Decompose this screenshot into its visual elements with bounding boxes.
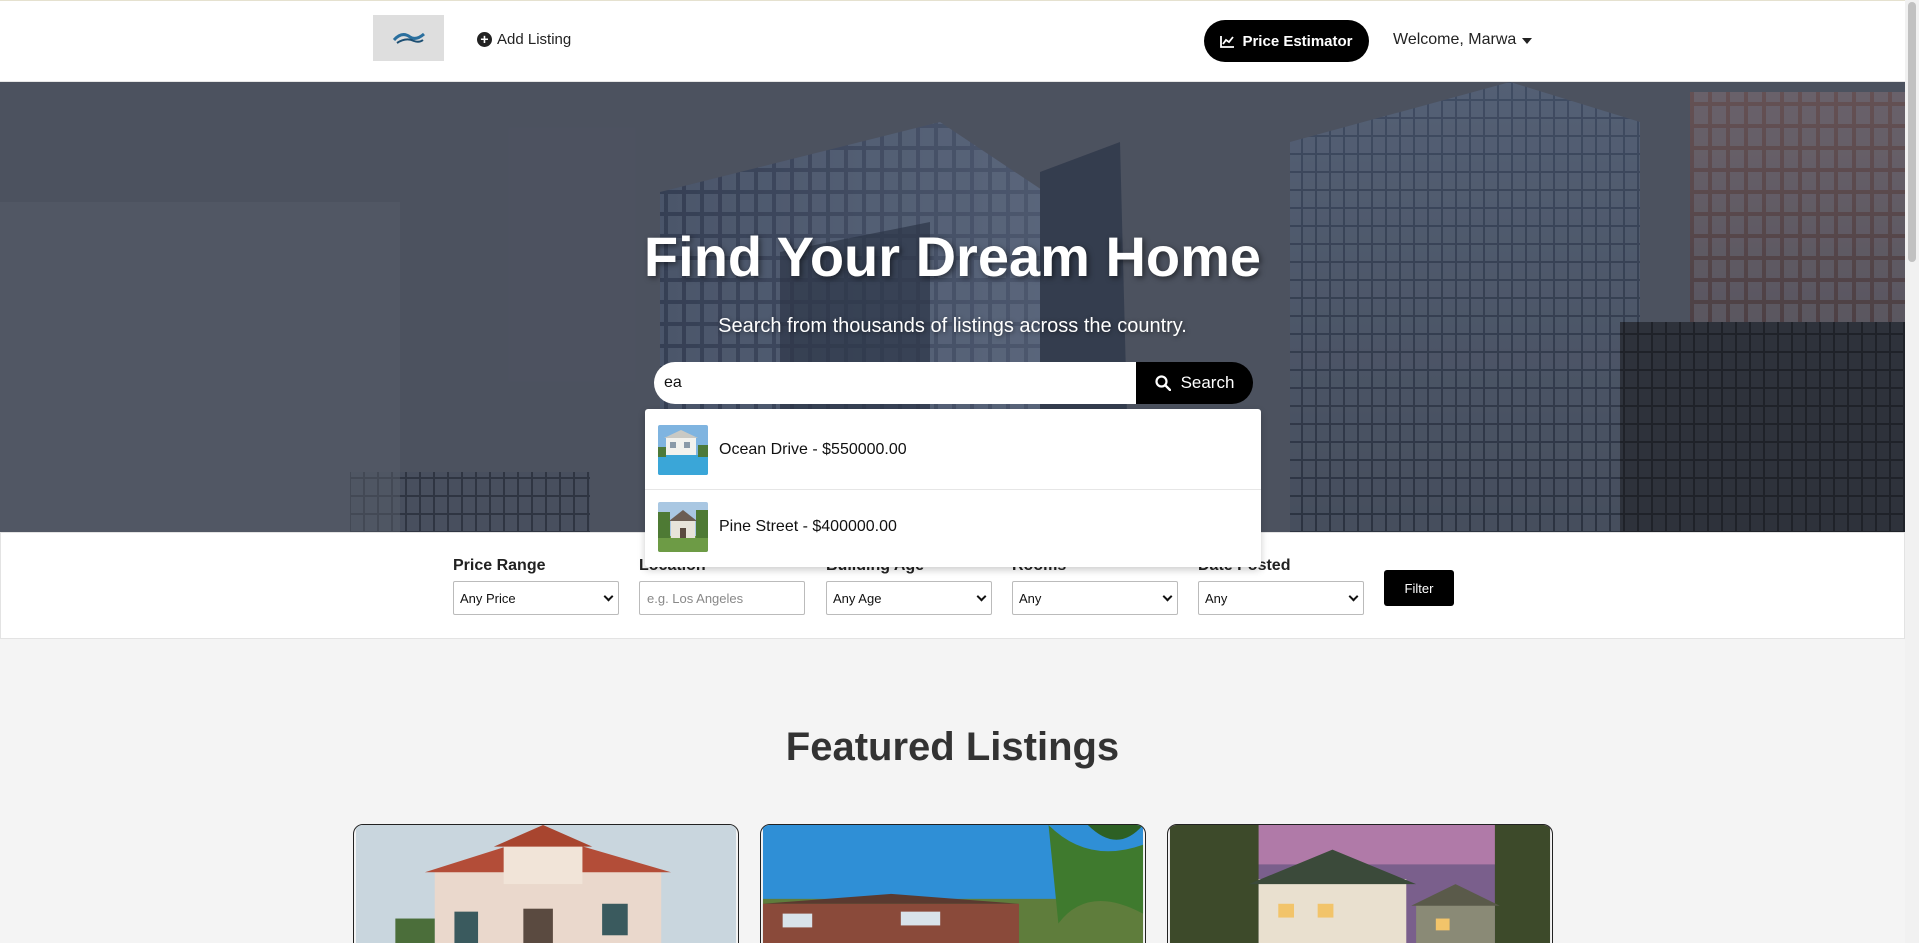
listing-thumbnail	[658, 502, 708, 552]
suggestion-label: Pine Street - $400000.00	[719, 518, 897, 535]
chevron-down-icon	[1348, 591, 1359, 601]
search-suggestions: Ocean Drive - $550000.00 Pine Street - $…	[645, 409, 1261, 567]
house-pool-image	[658, 424, 708, 475]
date-posted-select[interactable]: Any	[1198, 581, 1364, 615]
location-input[interactable]	[639, 581, 805, 615]
search-icon	[1154, 375, 1171, 391]
building-age-value: Any Age	[833, 590, 882, 606]
chevron-down-icon	[976, 591, 987, 601]
chevron-down-icon	[603, 591, 614, 601]
top-navbar: + Add Listing Price Estimator Welcome, M…	[0, 0, 1905, 82]
page-scrollbar[interactable]	[1905, 0, 1919, 943]
search-input[interactable]	[654, 362, 1136, 404]
add-listing-link[interactable]: + Add Listing	[477, 31, 571, 48]
rooms-select[interactable]: Any	[1012, 581, 1178, 615]
price-range-label: Price Range	[453, 557, 546, 574]
add-listing-label: Add Listing	[497, 31, 572, 48]
price-estimator-button[interactable]: Price Estimator	[1204, 20, 1369, 62]
welcome-text: Welcome, Marwa	[1393, 31, 1517, 48]
listing-card[interactable]	[760, 824, 1146, 943]
hero-subtitle: Search from thousands of listings across…	[718, 315, 1187, 337]
listing-thumbnail	[658, 424, 708, 475]
listing-photo	[355, 825, 737, 943]
listing-photo	[762, 825, 1144, 943]
price-range-filter: Price Range Any Price	[453, 557, 619, 615]
building-age-select[interactable]: Any Age	[826, 581, 992, 615]
listing-card[interactable]	[1167, 824, 1553, 943]
chart-line-icon	[1220, 35, 1235, 48]
featured-listings-title: Featured Listings	[785, 725, 1120, 769]
logo-wave-icon	[392, 32, 425, 44]
date-posted-value: Any	[1205, 590, 1228, 606]
caret-down-icon	[1522, 38, 1533, 44]
price-range-select[interactable]: Any Price	[453, 581, 619, 615]
listing-photo	[1169, 825, 1551, 943]
house-garden-image	[658, 502, 708, 552]
user-menu[interactable]: Welcome, Marwa	[1393, 31, 1533, 49]
suggestion-label: Ocean Drive - $550000.00	[719, 440, 907, 458]
rooms-value: Any	[1019, 590, 1042, 606]
price-estimator-label: Price Estimator	[1242, 32, 1353, 50]
chevron-down-icon	[1162, 591, 1173, 601]
suggestion-item[interactable]: Ocean Drive - $550000.00	[645, 412, 1261, 487]
site-logo[interactable]	[373, 15, 444, 61]
scrollbar-thumb[interactable]	[1908, 2, 1916, 262]
search-button[interactable]: Search	[1136, 362, 1253, 404]
hero-title: Find Your Dream Home	[643, 225, 1262, 288]
search-button-label: Search	[1180, 373, 1235, 392]
filter-button[interactable]: Filter	[1384, 570, 1454, 606]
suggestion-item[interactable]: Pine Street - $400000.00	[645, 489, 1261, 564]
plus-circle-icon: +	[477, 32, 492, 47]
price-range-value: Any Price	[460, 590, 516, 606]
listing-card[interactable]	[353, 824, 739, 943]
